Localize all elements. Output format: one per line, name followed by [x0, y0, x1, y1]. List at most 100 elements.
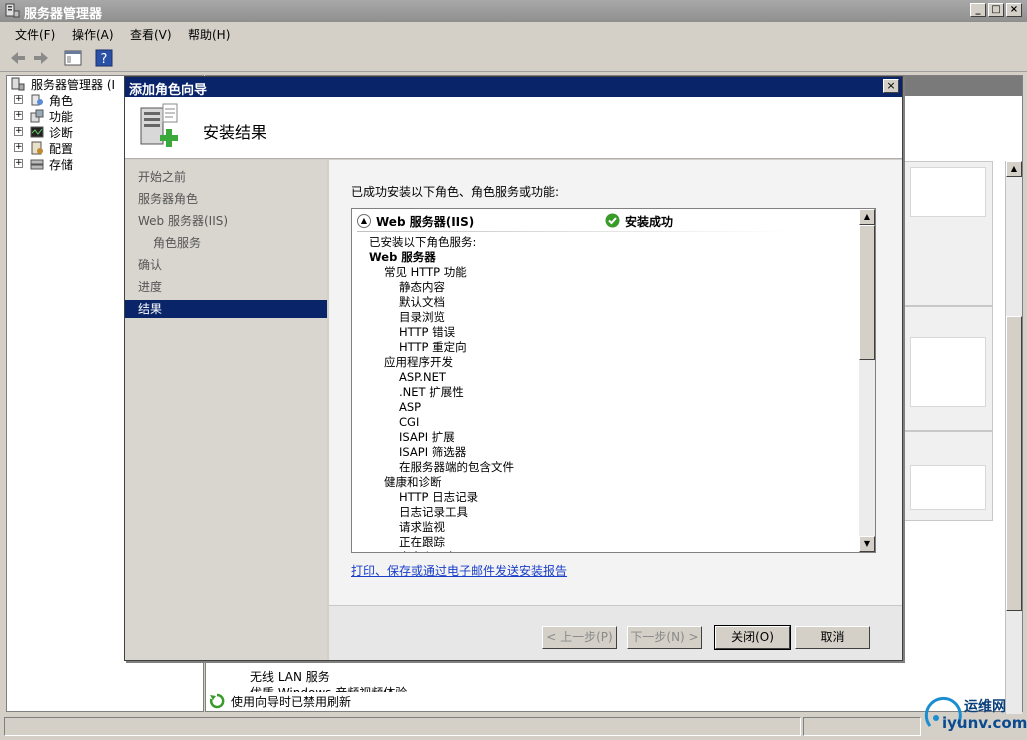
- scroll-down-arrow-icon[interactable]: ▼: [859, 536, 875, 552]
- installation-results-box: ▲ Web 服务器(IIS) 安装成功 已安装以下角色服务: Web 服务器 常见 …: [351, 208, 876, 553]
- show-hide-console-tree-icon[interactable]: [63, 48, 83, 68]
- background-section-box: [903, 306, 993, 431]
- back-arrow-icon[interactable]: [8, 48, 28, 68]
- dialog-title: 添加角色向导: [129, 83, 208, 98]
- server-icon: [11, 77, 25, 91]
- nav-step-progress[interactable]: 进度: [125, 278, 327, 296]
- result-role-name: Web 服务器(IIS): [376, 215, 475, 229]
- previous-button[interactable]: < 上一步(P): [542, 626, 617, 649]
- results-intro-text: 已成功安装以下角色、角色服务或功能:: [351, 185, 560, 199]
- window-close-button[interactable]: ×: [1006, 3, 1022, 17]
- expand-icon[interactable]: +: [14, 111, 23, 120]
- background-section-content: [910, 167, 986, 217]
- role-service-item: 自定义日志: [399, 550, 457, 552]
- refresh-status-text: 使用向导时已禁用刷新: [231, 695, 352, 709]
- role-service-item: .NET 扩展性: [399, 385, 464, 399]
- role-service-item: 目录浏览: [399, 310, 445, 324]
- dialog-titlebar: 添加角色向导 ×: [125, 77, 902, 98]
- help-icon[interactable]: ?: [94, 48, 114, 68]
- svg-text:?: ?: [101, 52, 108, 67]
- expand-icon[interactable]: +: [14, 159, 23, 168]
- background-section-content: [910, 337, 986, 407]
- results-scrollbar[interactable]: ▲ ▼: [859, 209, 875, 552]
- result-header-divider: [357, 231, 792, 232]
- status-cell: [803, 717, 921, 736]
- menu-file[interactable]: 文件(F): [15, 26, 55, 43]
- scroll-up-arrow-icon[interactable]: ▲: [1006, 161, 1022, 177]
- role-service-item: 健康和诊断: [384, 475, 442, 489]
- role-service-item: 请求监视: [399, 520, 445, 534]
- scroll-up-arrow-icon[interactable]: ▲: [859, 209, 875, 225]
- menu-action[interactable]: 操作(A): [72, 26, 114, 43]
- minimize-button[interactable]: _: [970, 3, 986, 17]
- result-status: 安装成功: [625, 215, 674, 229]
- role-service-item: 在服务器端的包含文件: [399, 460, 514, 474]
- menu-help[interactable]: 帮助(H): [188, 26, 230, 43]
- tree-item-label: 功能: [49, 110, 74, 124]
- success-check-icon: [605, 213, 620, 228]
- role-service-item: ASP: [399, 400, 422, 414]
- role-service-item: ASP.NET: [399, 370, 446, 384]
- watermark-url: iyunv.com: [942, 714, 1027, 732]
- expand-icon[interactable]: +: [14, 95, 23, 104]
- report-link[interactable]: 打印、保存或通过电子邮件发送安装报告: [351, 562, 567, 579]
- background-section-content: [910, 465, 986, 510]
- role-service-item: HTTP 日志记录: [399, 490, 479, 504]
- role-service-item: 默认文档: [399, 295, 445, 309]
- role-service-item: ISAPI 筛选器: [399, 445, 467, 459]
- watermark-text: 运维网: [964, 699, 1006, 715]
- storage-icon: [30, 159, 44, 170]
- main-window-titlebar: 服务器管理器 _ □ ×: [0, 0, 1027, 22]
- server-manager-icon: [5, 3, 20, 18]
- roles-icon: [31, 94, 43, 106]
- refresh-icon: [209, 693, 225, 709]
- role-service-item: CGI: [399, 415, 420, 429]
- watermark-logo: 运维网 iyunv.com: [924, 690, 1027, 738]
- menu-view[interactable]: 查看(V): [130, 26, 172, 43]
- maximize-button[interactable]: □: [988, 3, 1004, 17]
- status-bar: [0, 714, 1027, 740]
- configuration-icon: [31, 141, 43, 155]
- nav-step-role-services[interactable]: 角色服务: [125, 234, 327, 252]
- scroll-thumb[interactable]: [1006, 316, 1022, 611]
- nav-step-confirmation[interactable]: 确认: [125, 256, 327, 274]
- menu-bar: 文件(F) 操作(A) 查看(V) 帮助(H): [0, 22, 1027, 44]
- role-service-item: 正在跟踪: [399, 535, 445, 549]
- role-service-item: 应用程序开发: [384, 355, 453, 369]
- nav-step-web-server-iis[interactable]: Web 服务器(IIS): [125, 212, 327, 230]
- tree-item-label: 角色: [49, 94, 74, 108]
- tree-root-label: 服务器管理器 (I: [31, 78, 116, 92]
- next-button[interactable]: 下一步(N) >: [627, 626, 702, 649]
- server-install-icon: [140, 103, 178, 147]
- role-service-item: HTTP 重定向: [399, 340, 467, 354]
- nav-step-results[interactable]: 结果: [125, 300, 327, 318]
- diagnostics-icon: [30, 126, 44, 138]
- background-section-box: [903, 431, 993, 521]
- expand-icon[interactable]: +: [14, 127, 23, 136]
- forward-arrow-icon[interactable]: [31, 48, 51, 68]
- nav-step-before-you-begin[interactable]: 开始之前: [125, 168, 327, 186]
- nav-step-server-roles[interactable]: 服务器角色: [125, 190, 327, 208]
- expand-icon[interactable]: +: [14, 143, 23, 152]
- close-button[interactable]: 关闭(O): [714, 625, 791, 650]
- tree-item-label: 诊断: [49, 126, 74, 140]
- dialog-close-button[interactable]: ×: [883, 79, 899, 93]
- details-scrollbar[interactable]: ▲ ▼: [1005, 161, 1022, 740]
- status-cell-main: [4, 717, 801, 736]
- background-section-box: [903, 161, 993, 306]
- role-service-item: 已安装以下角色服务:: [369, 235, 477, 249]
- main-window-title: 服务器管理器: [24, 7, 103, 22]
- toolbar: ?: [0, 44, 1027, 72]
- role-service-item: 日志记录工具: [399, 505, 468, 519]
- role-service-item: ISAPI 扩展: [399, 430, 455, 444]
- background-list-item: 无线 LAN 服务: [250, 670, 330, 684]
- tree-item-label: 存储: [49, 158, 74, 172]
- dialog-button-bar: < 上一步(P) 下一步(N) > 关闭(O) 取消: [329, 605, 902, 660]
- scroll-thumb[interactable]: [859, 225, 875, 360]
- cancel-button[interactable]: 取消: [795, 626, 870, 649]
- collapse-chevron-icon[interactable]: ▲: [357, 214, 371, 228]
- features-icon: [30, 109, 44, 123]
- role-service-item: Web 服务器: [369, 250, 436, 264]
- add-roles-wizard-dialog: 添加角色向导 × 安装结果 开始之前 服务器角色 Web 服务器(IIS) 角色…: [124, 76, 903, 661]
- role-service-item: 常见 HTTP 功能: [384, 265, 467, 279]
